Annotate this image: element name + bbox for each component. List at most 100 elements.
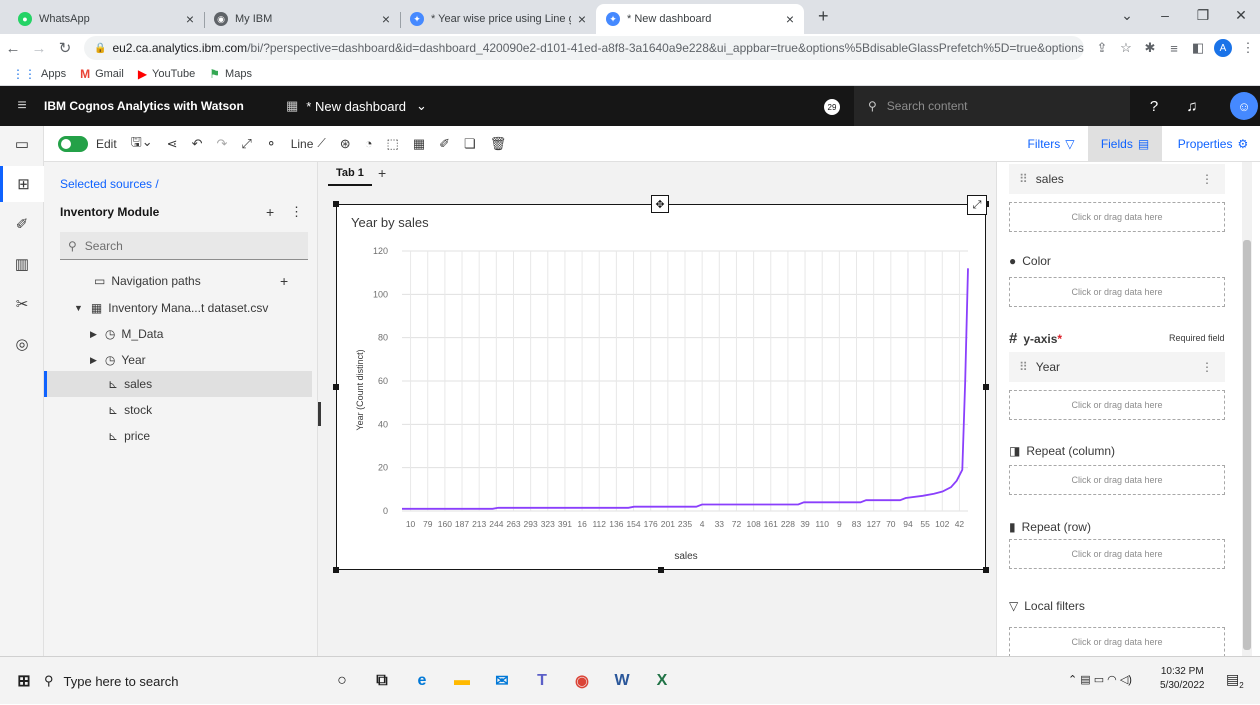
drop-slot-repeat-row[interactable]: Click or drag data here (1009, 539, 1225, 569)
save-icon[interactable]: 🖫⌄ (131, 133, 153, 155)
new-tab-icon[interactable]: + (818, 6, 829, 27)
notifications-badge[interactable]: 29 (824, 99, 840, 115)
bookmark-youtube[interactable]: ▶ YouTube (138, 67, 195, 81)
windows-start-icon[interactable]: ⊞ (12, 669, 36, 693)
help-icon[interactable]: ? (1136, 86, 1172, 126)
close-window-icon[interactable]: ✕ (1222, 0, 1260, 30)
task-view-icon[interactable]: ⧉ (370, 669, 394, 693)
properties-button[interactable]: Properties ⚙ (1166, 126, 1260, 162)
edge-icon[interactable]: e (410, 669, 434, 693)
widgets-icon[interactable]: ✂ (0, 286, 44, 322)
maximize-widget-icon[interactable]: ⤢ (967, 195, 987, 215)
hamburger-menu-icon[interactable]: ≡ (0, 97, 44, 115)
copy-icon[interactable]: ❏ (464, 136, 476, 152)
tree-item-dataset[interactable]: ▼ ▦ Inventory Mana...t dataset.csv (44, 295, 312, 321)
taskbar-clock[interactable]: 10:32 PM 5/30/2022 (1160, 665, 1205, 693)
tree-item-price[interactable]: ⊾ price (44, 423, 312, 449)
edit-toggle[interactable] (58, 135, 88, 152)
dashboard-selector[interactable]: ▦ * New dashboard ⌄ (286, 98, 427, 114)
tree-item-year[interactable]: ▶ ◷ Year (44, 347, 312, 373)
mail-icon[interactable]: ✉ (490, 669, 514, 693)
assistant-icon[interactable]: ◎ (0, 326, 44, 362)
chart-widget[interactable]: ✥ ⤢ Year by sales 0 20 40 60 80 100 120 10 79 16… (333, 195, 989, 573)
selected-sources-link[interactable]: Selected sources / (60, 177, 159, 191)
resize-handle[interactable] (983, 384, 989, 390)
undo-icon[interactable]: ↶ (192, 136, 203, 152)
filters-button[interactable]: Filters ▽ (1018, 126, 1084, 162)
user-icon[interactable]: ☺ (1230, 92, 1258, 120)
tree-item-sales[interactable]: ⊾ sales (44, 371, 312, 397)
resize-handle[interactable] (983, 567, 989, 573)
tree-item-navigation-paths[interactable]: ▭ Navigation paths + (44, 268, 312, 294)
resize-handle[interactable] (658, 567, 664, 573)
tree-item-m-data[interactable]: ▶ ◷ M_Data (44, 321, 312, 347)
browser-tab-my-ibm[interactable]: ◉ My IBM × (204, 4, 401, 34)
maximize-icon[interactable]: ❐ (1184, 0, 1222, 30)
search-content-field[interactable]: ⚲ Search content (854, 86, 1130, 126)
teams-icon[interactable]: T (530, 669, 554, 693)
viz-type-button[interactable]: Line ⟋ (291, 136, 326, 151)
close-icon[interactable]: × (578, 11, 586, 27)
bookmark-apps[interactable]: ⋮⋮ Apps (12, 67, 66, 81)
bell-icon[interactable]: ♫ (1174, 86, 1210, 126)
select-icon[interactable]: ⬚ (387, 136, 399, 152)
browser-tab-whatsapp[interactable]: ● WhatsApp × (8, 4, 205, 34)
add-icon[interactable]: + (266, 204, 274, 220)
side-panel-icon[interactable]: ◧ (1186, 40, 1210, 56)
table-icon[interactable]: ▦ (413, 136, 425, 152)
bookmark-maps[interactable]: ⚑ Maps (209, 67, 252, 81)
fields-button[interactable]: Fields ▤ (1088, 126, 1162, 162)
extensions-icon[interactable]: ✱ (1138, 40, 1162, 56)
file-explorer-icon[interactable]: ▬ (450, 669, 474, 693)
minimize-icon[interactable]: – (1146, 0, 1184, 30)
source-search-input[interactable]: ⚲ Search (60, 232, 308, 260)
overflow-menu-icon[interactable]: ⋮ (290, 204, 303, 220)
visualizations-icon[interactable]: ▥ (0, 246, 44, 282)
overflow-menu-icon[interactable]: ⋮ (1201, 360, 1213, 374)
data-sources-icon[interactable]: ⊞ (0, 166, 44, 202)
close-icon[interactable]: × (786, 11, 794, 27)
animation-icon[interactable]: ◔ (365, 136, 373, 151)
redo-icon[interactable]: ↷ (216, 136, 227, 152)
excel-icon[interactable]: X (650, 669, 674, 693)
word-icon[interactable]: W (610, 669, 634, 693)
menu-kebab-icon[interactable]: ⋮ (1236, 40, 1260, 56)
bookmark-gmail[interactable]: M Gmail (80, 67, 124, 81)
back-icon[interactable]: ← (0, 40, 26, 57)
comment-icon[interactable]: ▭ (0, 126, 44, 162)
browser-tab-new-dashboard[interactable]: ✦ * New dashboard × (596, 4, 804, 34)
palette-icon[interactable]: ⊛ (340, 136, 351, 152)
forward-icon[interactable]: → (26, 40, 52, 57)
browser-tab-year-wise[interactable]: ✦ * Year wise price using Line grapl × (400, 4, 596, 34)
cortana-icon[interactable]: ○ (330, 669, 354, 693)
add-tab-icon[interactable]: + (378, 165, 386, 181)
close-icon[interactable]: × (382, 11, 390, 27)
reload-icon[interactable]: ↻ (52, 39, 78, 57)
notification-center-icon[interactable]: ▤2 (1226, 671, 1244, 690)
close-icon[interactable]: × (186, 11, 194, 27)
vertical-scrollbar-thumb[interactable] (1243, 240, 1251, 650)
drop-slot-color[interactable]: Click or drag data here (1009, 277, 1225, 307)
taskbar-search[interactable]: ⚲ Type here to search (44, 657, 296, 705)
tree-item-stock[interactable]: ⊾ stock (44, 397, 312, 423)
overflow-menu-icon[interactable]: ⋮ (1201, 172, 1213, 186)
drop-slot[interactable]: Click or drag data here (1009, 202, 1225, 232)
drop-slot-local-filters[interactable]: Click or drag data here (1009, 627, 1225, 657)
move-icon[interactable]: ✥ (651, 195, 669, 213)
resize-handle[interactable] (333, 567, 339, 573)
drop-slot-y-axis[interactable]: Click or drag data here (1009, 390, 1225, 420)
pin-icon[interactable]: ✐ (439, 136, 450, 152)
system-tray-icons[interactable]: ⌃ ▤ ▭ ◠ ◁) (1068, 673, 1132, 686)
tab-search-icon[interactable]: ⌄ (1108, 0, 1146, 30)
url-field[interactable]: 🔒 eu2.ca.analytics.ibm.com/bi/?perspecti… (84, 36, 1084, 60)
bookmark-star-icon[interactable]: ☆ (1114, 40, 1138, 56)
add-icon[interactable]: + (280, 273, 288, 289)
reading-list-icon[interactable]: ≡ (1162, 41, 1186, 56)
expand-icon[interactable]: ⤢ (241, 136, 251, 152)
delete-icon[interactable]: 🗑 (490, 136, 507, 152)
field-pill-sales[interactable]: ⠿ sales ⋮ (1009, 164, 1225, 194)
drop-slot-repeat-column[interactable]: Click or drag data here (1009, 465, 1225, 495)
share-icon[interactable]: ⋖ (167, 136, 178, 152)
pin-icon[interactable]: ✐ (0, 206, 44, 242)
resize-handle[interactable] (333, 201, 339, 207)
